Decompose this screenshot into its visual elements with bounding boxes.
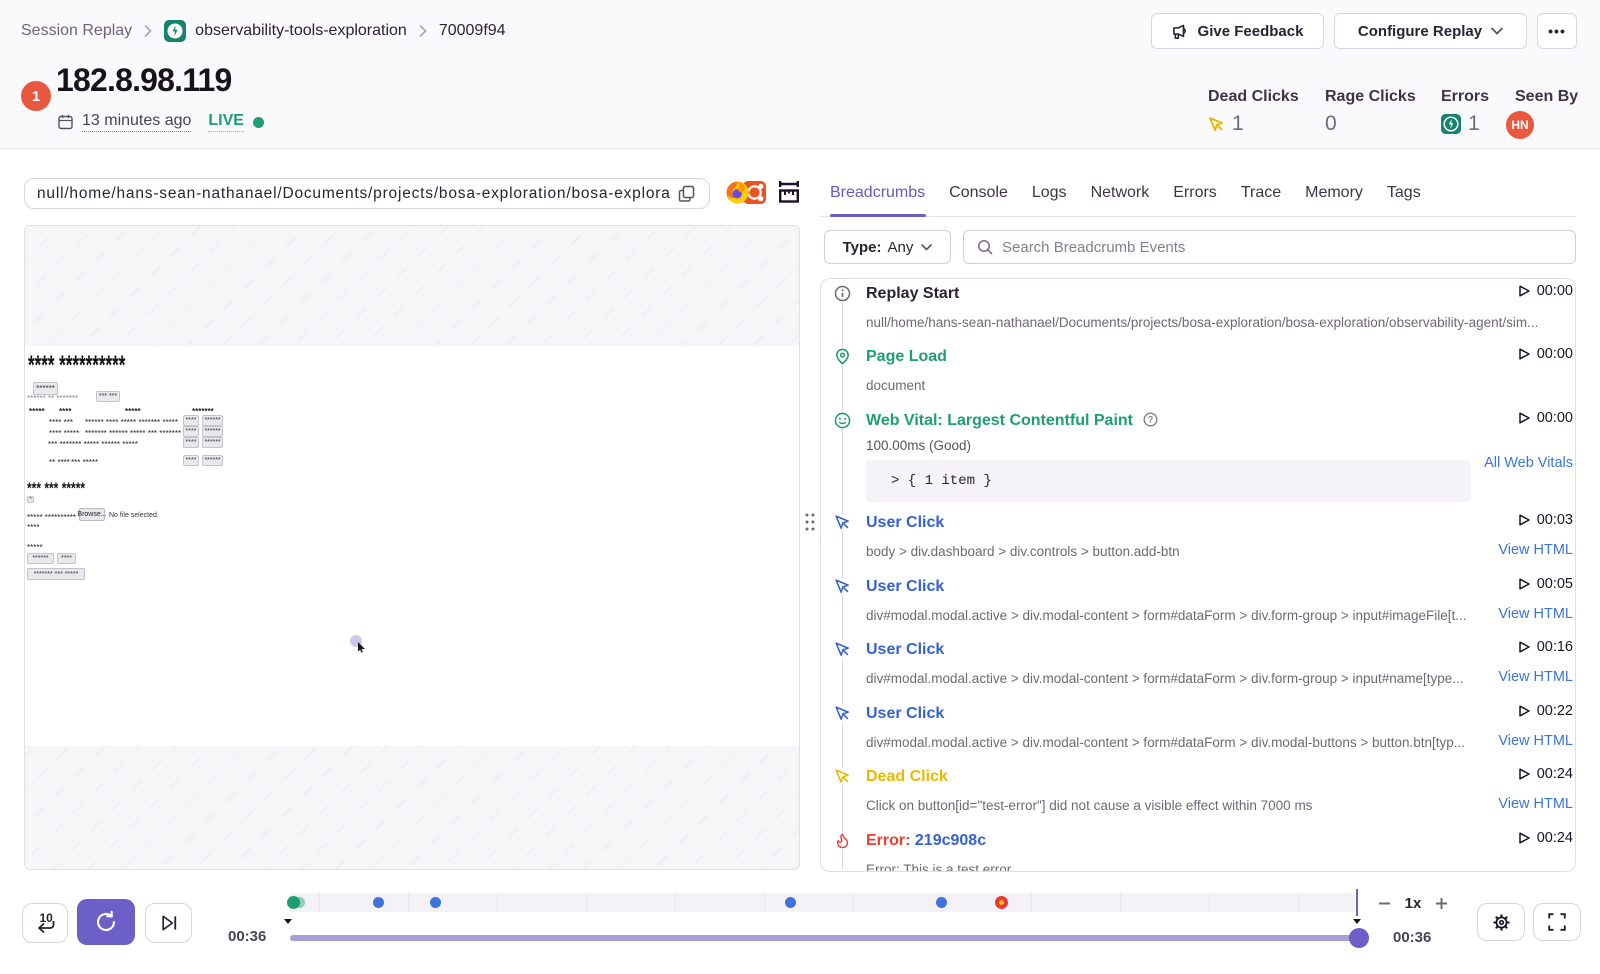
svg-text:10: 10 (40, 911, 54, 925)
svg-text:?: ? (1148, 415, 1154, 425)
